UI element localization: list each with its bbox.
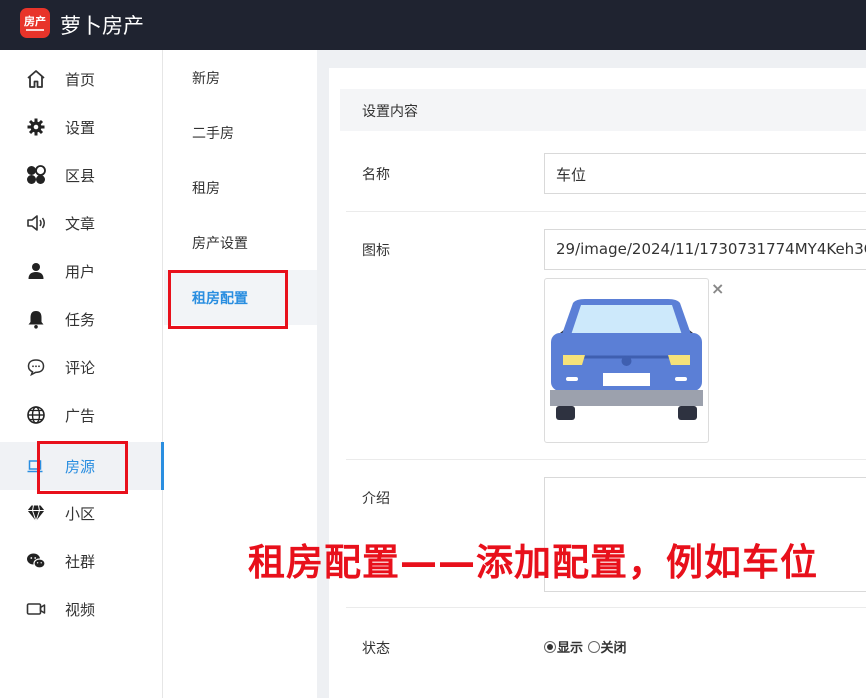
panel-header-title: 设置内容	[362, 104, 418, 120]
submenu-item-second-hand[interactable]: 二手房	[164, 105, 317, 160]
speaker-icon	[27, 215, 45, 231]
wechat-icon	[27, 553, 46, 569]
name-label: 名称	[362, 167, 390, 183]
annotation-highlight-rental-config	[168, 270, 288, 329]
app-logo[interactable]: 房产	[20, 8, 50, 38]
sidebar-item-ads[interactable]: 广告	[0, 391, 163, 439]
bell-icon	[28, 311, 44, 329]
sidebar-item-users[interactable]: 用户	[0, 247, 163, 295]
app-title: 萝卜房产	[60, 14, 144, 38]
diamond-icon	[27, 505, 45, 522]
logo-text: 房产	[24, 15, 46, 28]
sidebar-item-groups[interactable]: 社群	[0, 537, 163, 585]
submenu-item-property-settings[interactable]: 房产设置	[164, 215, 317, 270]
icon-preview[interactable]	[544, 278, 709, 443]
comment-icon	[27, 359, 45, 377]
grid-icon	[27, 165, 46, 184]
status-hide-label: 关闭	[600, 641, 627, 656]
globe-icon	[27, 406, 45, 424]
sidebar-item-videos[interactable]: 视频	[0, 585, 163, 633]
status-show-radio[interactable]	[544, 641, 556, 653]
status-label: 状态	[362, 641, 390, 657]
panel-header: 设置内容	[340, 89, 866, 131]
sidebar-item-home[interactable]: 首页	[0, 55, 163, 103]
submenu: 新房 二手房 租房 房产设置 租房配置	[164, 50, 317, 698]
remove-image-icon[interactable]: ×	[711, 281, 724, 297]
video-icon	[26, 603, 46, 615]
user-icon	[28, 263, 44, 279]
icon-url-input[interactable]: 29/image/2024/11/1730731774MY4Keh3Q.pn	[544, 229, 866, 270]
status-show-label: 显示	[557, 641, 584, 656]
gear-icon	[27, 118, 45, 136]
sidebar-item-tasks[interactable]: 任务	[0, 295, 163, 343]
submenu-item-rentals[interactable]: 租房	[164, 160, 317, 215]
car-icon	[550, 299, 703, 420]
status-hide-radio[interactable]	[587, 641, 600, 653]
annotation-text: 租房配置——添加配置，例如车位	[248, 541, 818, 584]
top-bar: 房产 萝卜房产	[0, 0, 866, 50]
annotation-highlight-listings	[37, 441, 128, 494]
sidebar-item-comments[interactable]: 评论	[0, 343, 163, 391]
submenu-item-new-homes[interactable]: 新房	[164, 50, 317, 105]
name-input[interactable]: 车位	[544, 153, 866, 194]
status-radio-group: 显示 关闭	[544, 637, 627, 656]
sidebar-item-communities[interactable]: 小区	[0, 489, 163, 537]
home-icon	[27, 70, 45, 88]
icon-label: 图标	[362, 243, 390, 259]
sidebar-item-articles[interactable]: 文章	[0, 199, 163, 247]
sidebar-item-settings[interactable]: 设置	[0, 103, 163, 151]
sidebar-item-districts[interactable]: 区县	[0, 151, 163, 199]
intro-label: 介绍	[362, 491, 390, 507]
sidebar: 首页 设置 区县 文章 用户 任务 评论 广告 房源 小区 社群 视频	[0, 50, 164, 698]
